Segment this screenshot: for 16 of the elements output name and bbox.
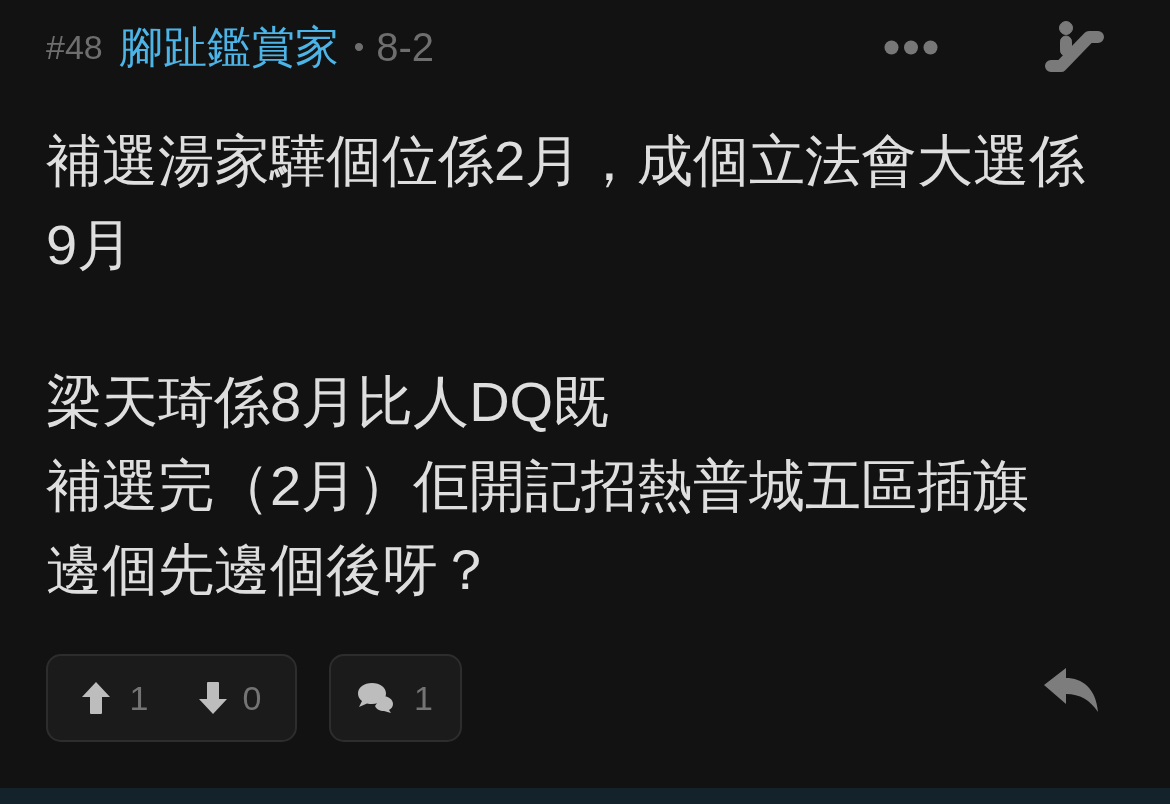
up-arrow-icon (81, 682, 110, 714)
dot-separator: • (353, 30, 365, 64)
author-link[interactable]: 腳趾鑑賞家 (118, 17, 339, 77)
post-text: 補選湯家驊個位係2月，成個立法會大選係9月 (46, 128, 1087, 278)
post-time: 8-2 (376, 24, 435, 70)
down-arrow-icon (198, 682, 227, 714)
post-text: 梁天琦係8月比人DQ既 (46, 369, 611, 435)
more-icon[interactable] (884, 39, 938, 55)
comment-button[interactable]: 1 (329, 654, 462, 742)
downvote-button[interactable]: 0 (195, 675, 265, 721)
post-number: #48 (46, 27, 103, 67)
post-text: 邊個先邊個後呀？ (46, 537, 495, 603)
post-text: 補選完（2月）佢開記招熱普城五區插旗 (46, 453, 1031, 519)
speech-bubbles-icon (358, 683, 394, 713)
upvote-button[interactable]: 1 (78, 675, 152, 721)
reply-icon[interactable] (1044, 668, 1098, 712)
